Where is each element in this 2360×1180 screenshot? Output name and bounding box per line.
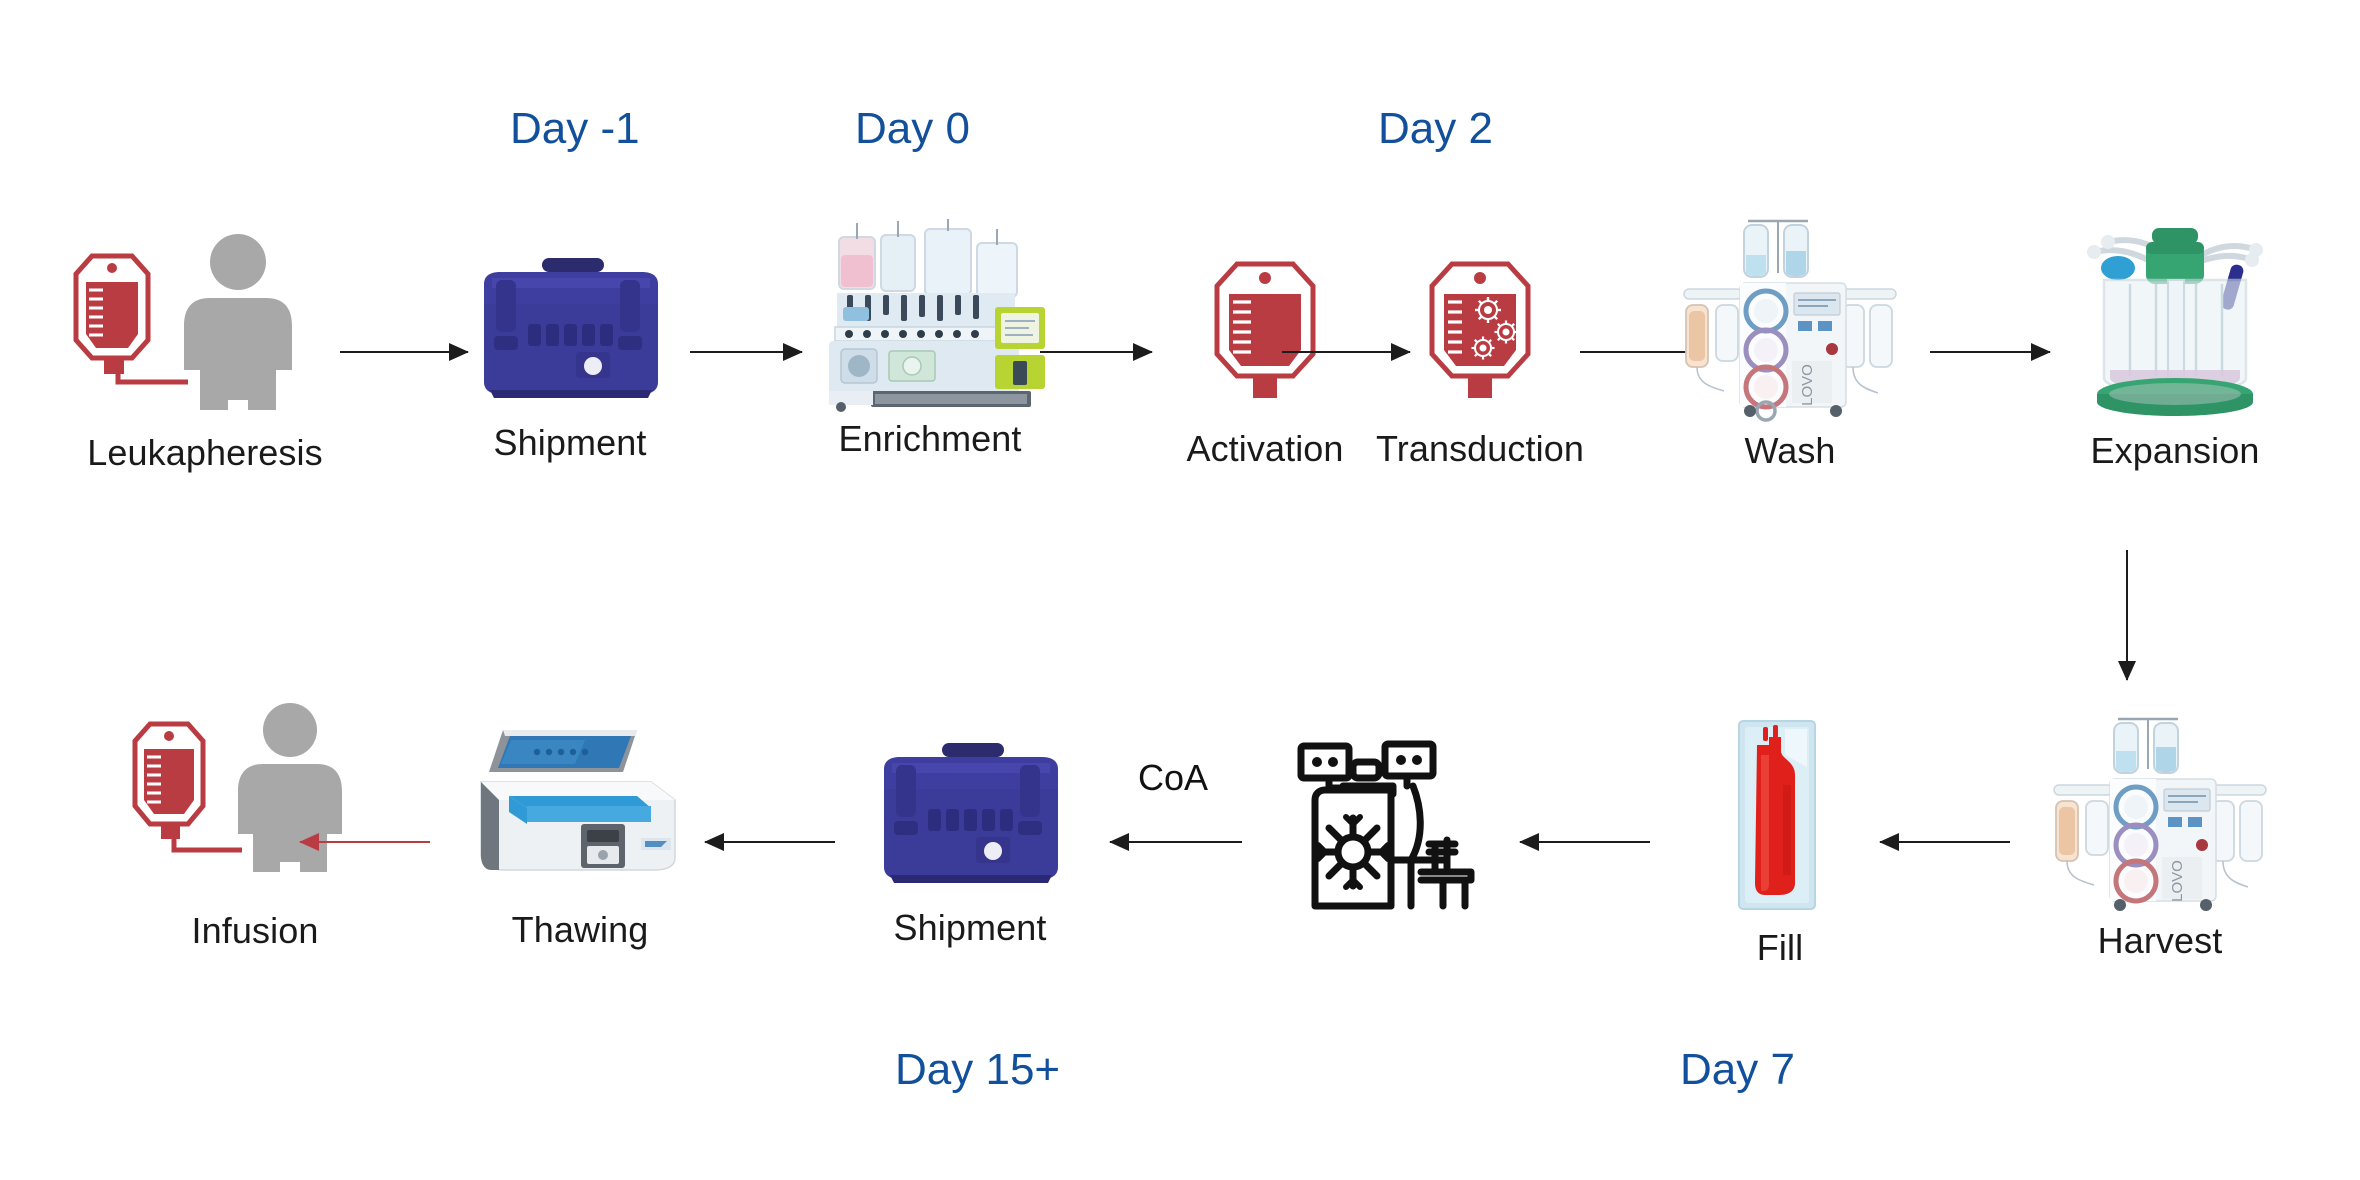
step-leukapheresis: Leukapheresis (60, 230, 350, 474)
step-fill: Fill (1690, 715, 1870, 969)
step-harvest: LOVO Harvest (2040, 715, 2280, 962)
step-transduction: Transduction (1330, 255, 1630, 470)
cell-washer-lovo-icon: LOVO (2050, 715, 2270, 911)
cryobag-icon (1725, 715, 1835, 915)
step-cryostorage (1280, 735, 1510, 929)
caption-shipment-return: Shipment (893, 907, 1047, 948)
arrow-fill-to-cryostorage (1519, 833, 1650, 851)
shipping-cooler-icon (870, 740, 1070, 895)
bioreactor-vessel-icon (2060, 215, 2290, 420)
arrow-cryo-to-shipment-coa (1109, 833, 1242, 851)
caption-leukapheresis: Leukapheresis (87, 432, 323, 473)
svg-text:LOVO: LOVO (1799, 364, 1816, 406)
blood-bag-and-patient-icon (130, 700, 380, 890)
day-label-minus-1: Day -1 (510, 104, 640, 153)
day-label-7: Day 7 (1680, 1045, 1795, 1094)
arrow-thawing-to-infusion (299, 833, 430, 851)
step-infusion: Infusion (110, 700, 400, 952)
thawing-device-icon (465, 715, 695, 895)
step-expansion: Expansion (2050, 215, 2300, 472)
step-wash: LOVO Wash (1670, 215, 1910, 472)
step-shipment-return: Shipment (860, 740, 1080, 949)
step-shipment-outbound: Shipment (460, 230, 680, 464)
step-thawing: Thawing (455, 715, 705, 951)
day-label-15-plus: Day 15+ (895, 1045, 1061, 1094)
caption-wash: Wash (1744, 430, 1836, 471)
caption-shipment-outbound: Shipment (493, 422, 647, 463)
arrow-wash-to-expansion (1930, 343, 2051, 361)
caption-infusion: Infusion (191, 910, 319, 951)
shipping-cooler-icon (470, 230, 670, 410)
cell-processing-system-icon (813, 215, 1048, 412)
caption-activation: Activation (1186, 428, 1344, 469)
blood-bag-virus-icon (1426, 255, 1534, 410)
coa-label: CoA (1138, 757, 1209, 798)
arrow-enrichment-to-activation (1040, 343, 1153, 361)
arrow-harvest-to-fill (1879, 833, 2010, 851)
caption-thawing: Thawing (511, 909, 649, 950)
caption-transduction: Transduction (1376, 428, 1584, 469)
caption-fill: Fill (1756, 927, 1804, 968)
day-label-2: Day 2 (1378, 104, 1493, 153)
arrow-shipment-to-thawing (704, 833, 835, 851)
caption-harvest: Harvest (2097, 920, 2223, 961)
arrow-leukapheresis-to-shipment (340, 343, 469, 361)
step-enrichment: Enrichment (790, 215, 1070, 460)
arrow-shipment-to-enrichment (690, 343, 803, 361)
blood-bag-and-patient-icon (70, 230, 340, 412)
cryo-freezer-icon (1295, 735, 1495, 915)
arrow-expansion-to-harvest (2118, 550, 2136, 681)
cell-washer-lovo-icon: LOVO (1680, 215, 1900, 422)
caption-expansion: Expansion (2090, 430, 2260, 471)
workflow-diagram: Day -1 Day 0 Day 2 Leukapheresis Shipmen… (0, 0, 2360, 1180)
day-label-0: Day 0 (855, 104, 970, 153)
blood-bag-icon (1211, 255, 1319, 410)
svg-text:LOVO: LOVO (2169, 860, 2186, 902)
caption-enrichment: Enrichment (838, 418, 1022, 459)
